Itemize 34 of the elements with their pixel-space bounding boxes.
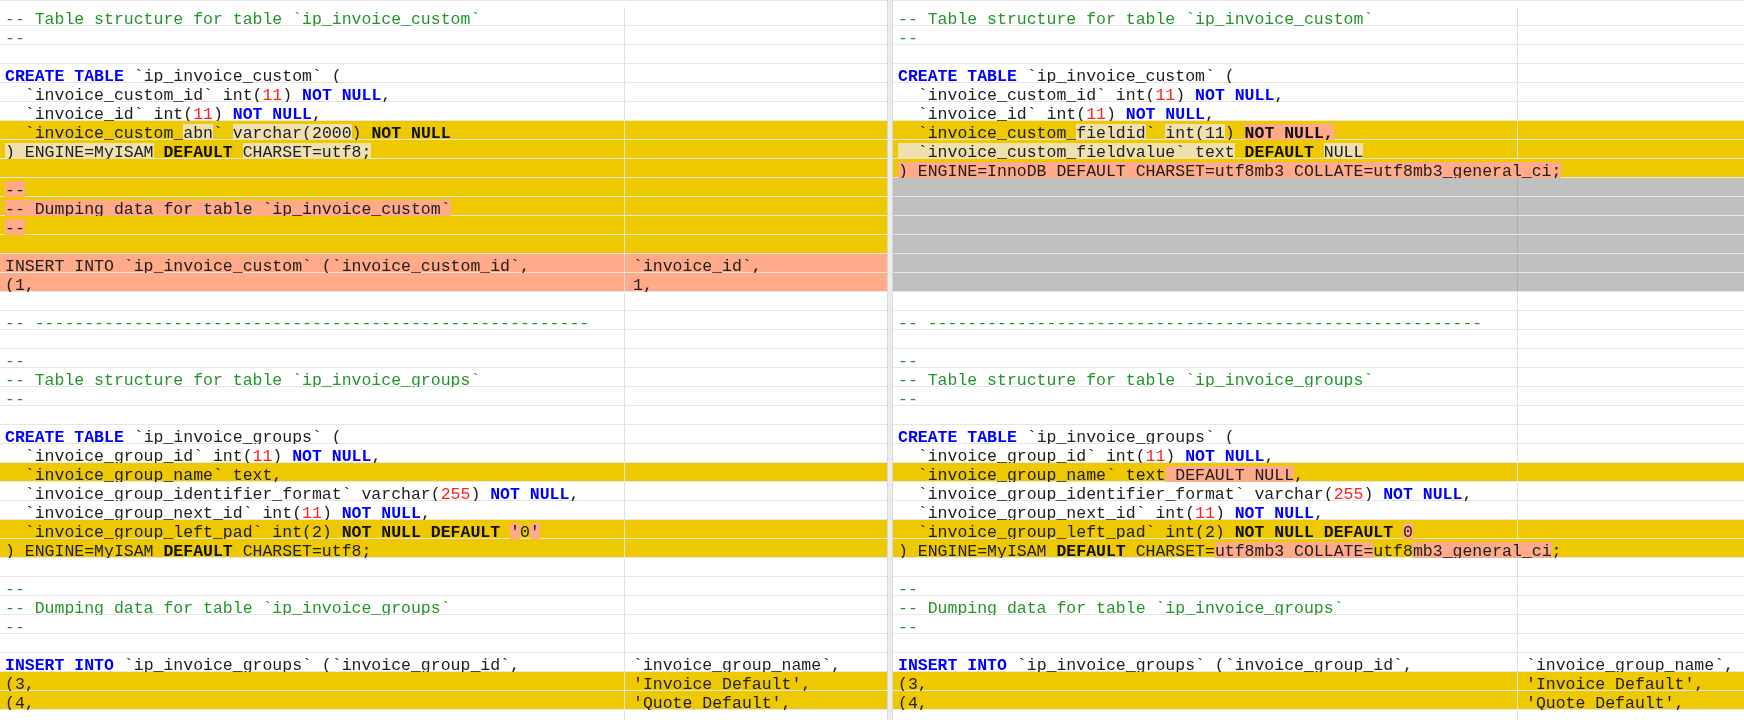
code-line: -- xyxy=(5,352,25,371)
code-line: -- -------------------------------------------------------- xyxy=(5,314,590,333)
code-line: -- Table structure for table `ip_invoice_custom` xyxy=(5,10,481,29)
code-line: (4, xyxy=(898,694,928,713)
code-line: -- xyxy=(5,29,25,48)
code-line: -- Dumping data for table `ip_invoice_groups` xyxy=(898,599,1344,618)
code-line: (3, xyxy=(898,675,928,694)
code-line: -- xyxy=(898,390,918,409)
code-line: 'Invoice Default', xyxy=(1526,675,1705,694)
code-line: `invoice_id`, xyxy=(633,257,762,276)
code-line: 'Quote Default', xyxy=(1526,694,1685,713)
code-line: -- Table structure for table `ip_invoice_groups` xyxy=(898,371,1374,390)
code-line: -- xyxy=(5,580,25,599)
code-line: -- -------------------------------------------------------- xyxy=(898,314,1483,333)
code-line: 'Invoice Default', xyxy=(633,675,812,694)
code-line: -- Dumping data for table `ip_invoice_groups` xyxy=(5,599,451,618)
code-line: INSERT INTO `ip_invoice_groups` (`invoice_group_id`, xyxy=(898,656,1413,675)
code-line: -- xyxy=(898,352,918,371)
code-line: -- xyxy=(898,618,918,637)
code-line: -- xyxy=(898,580,918,599)
code-line: `invoice_group_name` text, xyxy=(23,466,283,485)
code-line: -- xyxy=(898,29,918,48)
code-line: `invoice_group_name`, xyxy=(1526,656,1734,675)
code-line: -- xyxy=(5,618,25,637)
code-line: -- Table structure for table `ip_invoice_groups` xyxy=(5,371,481,390)
code-line: -- Table structure for table `ip_invoice_custom` xyxy=(898,10,1374,29)
code-line: INSERT INTO `ip_invoice_groups` (`invoice_group_id`, xyxy=(5,656,520,675)
code-line: 'Quote Default', xyxy=(633,694,792,713)
code-line: INSERT INTO `ip_invoice_custom` (`invoice_custom_id`, xyxy=(5,257,530,276)
code-line: `invoice_group_name`, xyxy=(633,656,841,675)
code-line: (3, xyxy=(5,675,35,694)
code-line: -- xyxy=(5,390,25,409)
code-line: (4, xyxy=(5,694,35,713)
code-line: 1, xyxy=(633,276,653,295)
